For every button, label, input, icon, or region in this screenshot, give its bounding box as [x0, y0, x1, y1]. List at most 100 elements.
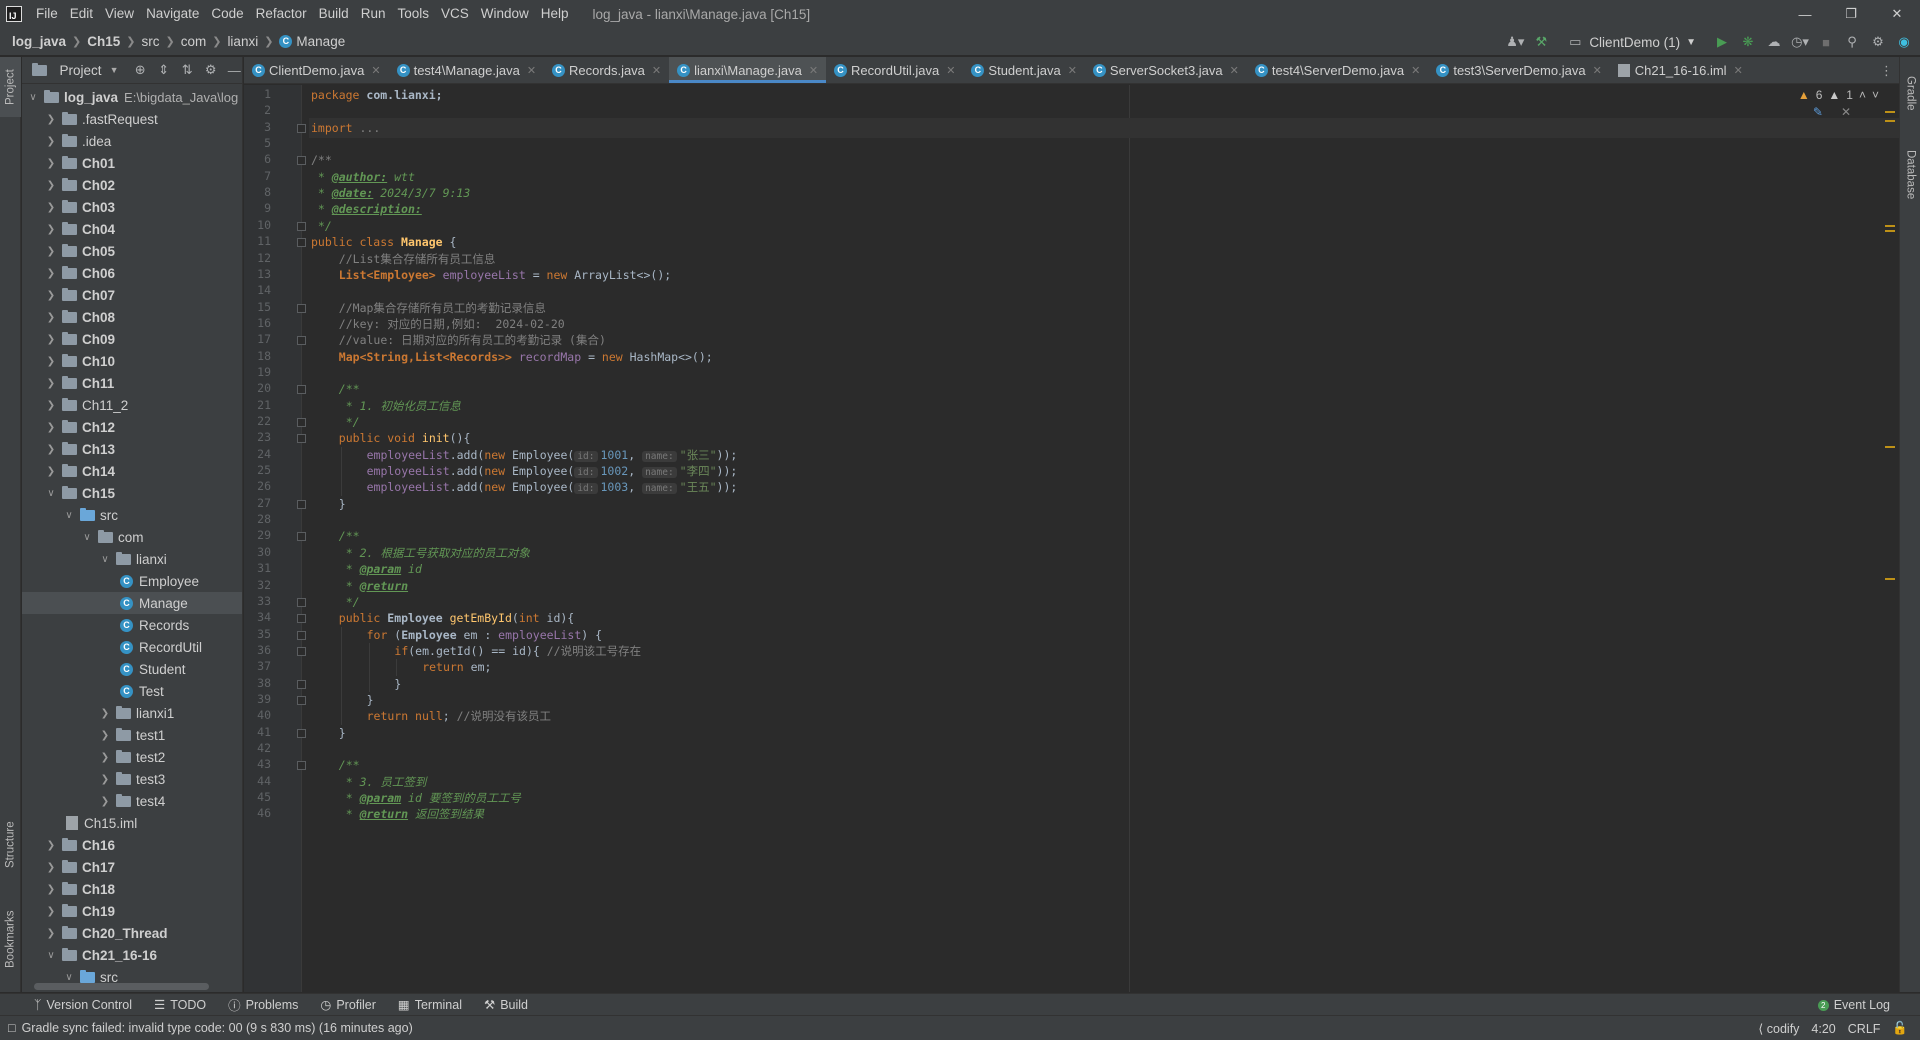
build-hammer-icon[interactable]: ⚒: [1533, 34, 1549, 50]
previous-highlight-icon[interactable]: ˄: [1859, 88, 1866, 102]
editor-tab[interactable]: Clianxi\Manage.java ✕: [669, 57, 827, 83]
tree-item[interactable]: ❯ Ch11_2: [22, 394, 242, 416]
status-frame-icon[interactable]: □: [8, 1021, 16, 1035]
fold-toggle-icon[interactable]: [297, 303, 306, 313]
chevron-right-icon[interactable]: ❯: [44, 268, 58, 279]
chevron-right-icon[interactable]: ❯: [44, 422, 58, 433]
tree-item[interactable]: ❯ Ch08: [22, 306, 242, 328]
chevron-down-icon[interactable]: ∨: [98, 554, 112, 565]
chevron-right-icon[interactable]: ❯: [44, 928, 58, 939]
horizontal-scrollbar[interactable]: [34, 983, 209, 990]
fold-toggle-icon[interactable]: [297, 418, 306, 427]
breadcrumb-src[interactable]: src: [141, 34, 159, 49]
chevron-down-icon[interactable]: ∨: [62, 510, 76, 521]
tree-item[interactable]: ∨ com: [22, 526, 242, 548]
fold-toggle-icon[interactable]: [297, 761, 306, 771]
debug-icon[interactable]: ❋: [1740, 34, 1756, 50]
tree-item[interactable]: ∨ lianxi: [22, 548, 242, 570]
bookmarks-tool-tab[interactable]: Bookmarks: [0, 892, 21, 987]
chevron-down-icon[interactable]: ∨: [80, 532, 94, 543]
error-stripe-mark[interactable]: [1885, 578, 1895, 580]
code-line[interactable]: return em;: [422, 657, 491, 677]
code-line[interactable]: Map<String,List<Records>> recordMap = ne…: [339, 347, 713, 367]
tree-item[interactable]: ❯ test1: [22, 724, 242, 746]
tree-item[interactable]: ❯ Ch14: [22, 460, 242, 482]
tree-item[interactable]: ❯ Ch07: [22, 284, 242, 306]
problems-tab[interactable]: ⓘ Problems: [228, 995, 298, 1014]
tree-item[interactable]: ❯ Ch05: [22, 240, 242, 262]
chevron-right-icon[interactable]: ❯: [98, 752, 112, 763]
fold-toggle-icon[interactable]: [297, 614, 306, 624]
options-gear-icon[interactable]: ⚙: [203, 62, 219, 78]
terminal-tab[interactable]: ▦ Terminal: [398, 997, 462, 1013]
tree-item[interactable]: ❯ Ch17: [22, 856, 242, 878]
tab-overflow-menu-icon[interactable]: ⋮: [1880, 57, 1893, 83]
close-tab-icon[interactable]: ✕: [1411, 64, 1420, 77]
code-editor[interactable]: 1 2 3 5 6 7 8 9 10 11 12 13 14 15 16 17 18 19 20 21 22 23 24 25…: [244, 85, 1899, 992]
profile-icon[interactable]: ◷▾: [1791, 34, 1809, 50]
editor-tab[interactable]: C Student.java ✕: [963, 57, 1085, 83]
fold-toggle-icon[interactable]: [297, 597, 306, 607]
read-only-lock-icon[interactable]: 🔓: [1892, 1021, 1908, 1036]
tree-item[interactable]: ❯ Ch03: [22, 196, 242, 218]
project-view-select[interactable]: Project: [60, 63, 102, 78]
tree-item[interactable]: ❯ Ch12: [22, 416, 242, 438]
chevron-right-icon[interactable]: ❯: [44, 400, 58, 411]
menu-refactor[interactable]: Refactor: [250, 0, 313, 28]
editor-tab[interactable]: C RecordUtil.java ✕: [826, 57, 963, 83]
editor-tab[interactable]: Ctest4\Manage.java ✕: [389, 57, 544, 83]
code-line[interactable]: import ...: [311, 118, 380, 138]
next-highlight-icon[interactable]: ˅: [1872, 88, 1879, 102]
tree-item[interactable]: ∨ src: [22, 504, 242, 526]
fold-toggle-icon[interactable]: [297, 695, 306, 705]
tree-item[interactable]: C Test: [22, 680, 242, 702]
chevron-right-icon[interactable]: ❯: [98, 730, 112, 741]
chevron-right-icon[interactable]: ❯: [98, 774, 112, 785]
menu-edit[interactable]: Edit: [64, 0, 99, 28]
menu-run[interactable]: Run: [355, 0, 392, 28]
error-stripe-mark[interactable]: [1885, 446, 1895, 448]
settings-gear-icon[interactable]: ⚙: [1870, 34, 1886, 50]
chevron-down-icon[interactable]: ∨: [44, 488, 58, 499]
fold-toggle-icon[interactable]: [297, 221, 306, 231]
menu-file[interactable]: File: [30, 0, 64, 28]
build-tab[interactable]: ⚒ Build: [484, 997, 528, 1013]
tree-item[interactable]: C RecordUtil: [22, 636, 242, 658]
error-stripe-mark[interactable]: [1885, 225, 1895, 227]
close-window-button[interactable]: ✕: [1874, 0, 1920, 28]
code-line[interactable]: package com.lianxi;: [311, 85, 443, 105]
todo-tab[interactable]: ☰ TODO: [154, 997, 206, 1013]
fold-toggle-icon[interactable]: [297, 385, 306, 395]
tree-item[interactable]: ❯ lianxi1: [22, 702, 242, 724]
breadcrumb-project[interactable]: log_java: [12, 34, 66, 49]
tree-item[interactable]: ❯ Ch11: [22, 372, 242, 394]
close-tab-icon[interactable]: ✕: [527, 64, 536, 77]
menu-view[interactable]: View: [99, 0, 140, 28]
plugin-logo-icon[interactable]: ◉: [1896, 34, 1912, 50]
close-tab-icon[interactable]: ✕: [809, 64, 818, 77]
chevron-right-icon[interactable]: ❯: [44, 136, 58, 147]
structure-tool-tab[interactable]: Structure: [0, 802, 21, 887]
error-stripe-mark[interactable]: [1885, 230, 1895, 232]
menu-help[interactable]: Help: [535, 0, 575, 28]
chevron-right-icon[interactable]: ❯: [44, 290, 58, 301]
chevron-right-icon[interactable]: ❯: [44, 356, 58, 367]
restore-button[interactable]: ❐: [1828, 0, 1874, 28]
chevron-down-icon[interactable]: ∨: [44, 950, 58, 961]
close-tab-icon[interactable]: ✕: [1734, 64, 1743, 77]
chevron-right-icon[interactable]: ❯: [44, 114, 58, 125]
chevron-right-icon[interactable]: ❯: [98, 708, 112, 719]
tree-item[interactable]: Ch15.iml: [22, 812, 242, 834]
chevron-right-icon[interactable]: ❯: [44, 884, 58, 895]
editor-tab[interactable]: Ch21_16-16.iml ✕: [1610, 57, 1751, 83]
code-line[interactable]: employeeList.add(new Employee(id: 1003, n…: [367, 477, 737, 497]
chevron-right-icon[interactable]: ❯: [44, 840, 58, 851]
tree-item[interactable]: ∨ log_java E:\bigdata_Java\log: [22, 86, 242, 108]
tree-item[interactable]: ❯ Ch16: [22, 834, 242, 856]
fold-toggle-icon[interactable]: [297, 499, 306, 509]
fold-toggle-icon[interactable]: [297, 434, 306, 444]
chevron-right-icon[interactable]: ❯: [44, 224, 58, 235]
tree-item[interactable]: ❯ Ch09: [22, 328, 242, 350]
collapse-all-icon[interactable]: ⇅: [179, 62, 195, 78]
tree-item[interactable]: C Manage: [22, 592, 242, 614]
